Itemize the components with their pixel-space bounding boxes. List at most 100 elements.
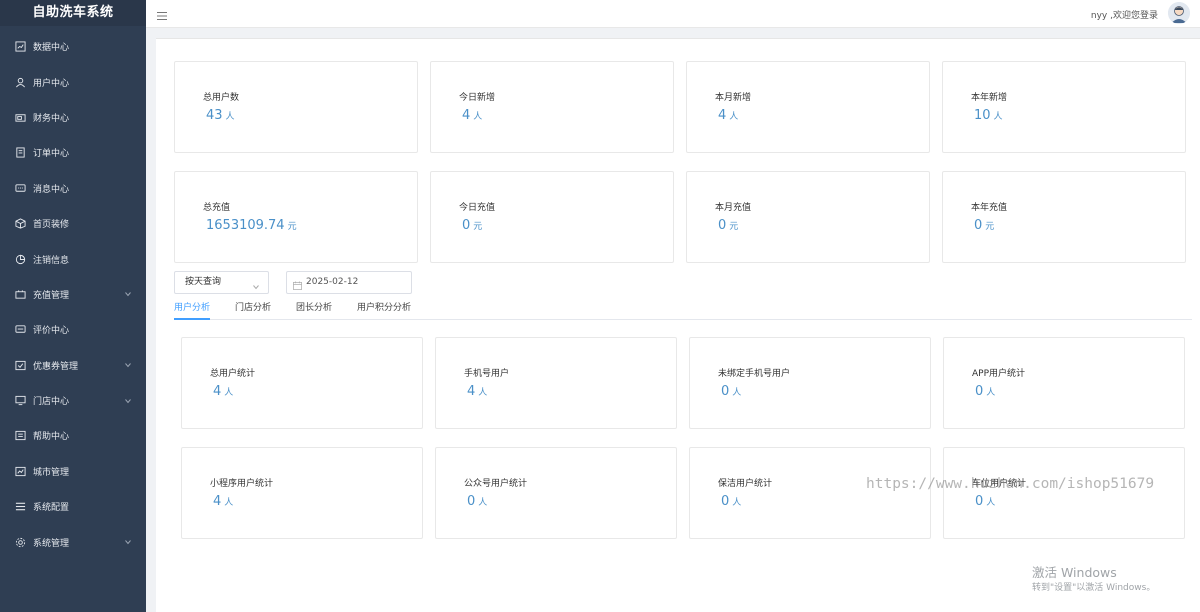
- stat-label: 今日充值: [459, 203, 496, 213]
- sidebar-item-coupons[interactable]: 优惠券管理: [0, 348, 146, 383]
- stat-label: 本月充值: [715, 203, 752, 213]
- top-header: nyy ,欢迎您登录: [146, 0, 1200, 28]
- sidebar-item-orders[interactable]: 订单中心: [0, 135, 146, 170]
- monitor-icon: [14, 395, 26, 407]
- sidebar-item-user-center[interactable]: 用户中心: [0, 64, 146, 99]
- stat-label: 小程序用户统计: [210, 479, 274, 489]
- stat-label: 未绑定手机号用户: [718, 369, 791, 379]
- sidebar-item-label: 城市管理: [33, 467, 70, 478]
- comment-icon: [14, 324, 26, 336]
- stat-value: 0人: [721, 494, 742, 509]
- gear-icon: [14, 536, 26, 548]
- analysis-card-total-users: 总用户统计 4人: [181, 337, 423, 429]
- calendar-icon: [293, 278, 302, 290]
- chevron-down-icon: [124, 361, 132, 369]
- avatar[interactable]: [1168, 2, 1190, 24]
- sidebar-item-label: 用户中心: [33, 78, 70, 89]
- date-picker[interactable]: 2025-02-12: [286, 271, 412, 294]
- tab-store-analysis[interactable]: 门店分析: [235, 301, 271, 320]
- stat-label: 今日新增: [459, 93, 496, 103]
- sidebar-item-cancellation[interactable]: 注销信息: [0, 241, 146, 276]
- sidebar-item-label: 优惠券管理: [33, 361, 79, 372]
- document-icon: [14, 147, 26, 159]
- stat-value: 0元: [718, 218, 739, 233]
- menu-toggle-icon[interactable]: [156, 7, 170, 21]
- sidebar-item-data-center[interactable]: 数据中心: [0, 29, 146, 64]
- analysis-tabs: 用户分析 门店分析 团长分析 用户积分分析: [174, 301, 1192, 320]
- stat-label: 总用户数: [203, 93, 240, 103]
- chevron-down-icon: [124, 290, 132, 298]
- windows-activation-title: 激活 Windows: [1032, 565, 1117, 580]
- analysis-card-cleaning-users: 保洁用户统计 0人: [689, 447, 931, 539]
- stat-value: 0人: [975, 384, 996, 399]
- wallet-icon: [14, 111, 26, 123]
- stat-card-year-recharge: 本年充值 0元: [942, 171, 1186, 263]
- sidebar-item-label: 评价中心: [33, 326, 70, 337]
- tab-user-analysis[interactable]: 用户分析: [174, 301, 211, 320]
- chevron-down-icon: [124, 538, 132, 546]
- box-icon: [14, 218, 26, 230]
- sidebar-item-system-config[interactable]: 系统配置: [0, 489, 146, 524]
- pie-icon: [14, 253, 26, 265]
- sidebar-item-messages[interactable]: 消息中心: [0, 171, 146, 206]
- stat-value: 0人: [975, 494, 996, 509]
- stat-value: 10 人: [974, 108, 1003, 123]
- stat-card-today-new: 今日新增 4人: [430, 61, 674, 153]
- sidebar-item-label: 财务中心: [33, 113, 70, 124]
- chevron-down-icon: [124, 397, 132, 405]
- sidebar-item-home-decor[interactable]: 首页装修: [0, 206, 146, 241]
- stat-value: 4人: [462, 108, 483, 123]
- tab-points-analysis[interactable]: 用户积分分析: [357, 301, 411, 320]
- stat-card-month-new: 本月新增 4人: [686, 61, 930, 153]
- sidebar-item-system-admin[interactable]: 系统管理: [0, 524, 146, 559]
- analysis-card-parking-users: 车位用户统计 0人: [943, 447, 1185, 539]
- sidebar-item-label: 充值管理: [33, 290, 70, 301]
- stat-label: 公众号用户统计: [464, 479, 528, 489]
- stat-card-year-new: 本年新增 10 人: [942, 61, 1186, 153]
- sidebar-item-label: 首页装修: [33, 220, 70, 231]
- stat-card-today-recharge: 今日充值 0元: [430, 171, 674, 263]
- stat-label: 总充值: [203, 203, 231, 213]
- sidebar-item-label: 帮助中心: [33, 432, 70, 443]
- stat-value: 0元: [974, 218, 995, 233]
- stat-value: 43 人: [206, 108, 235, 123]
- app-title: 自助洗车系统: [0, 0, 146, 26]
- list-icon: [14, 501, 26, 513]
- analysis-card-official-account-users: 公众号用户统计 0人: [435, 447, 677, 539]
- query-mode-select[interactable]: 按天查询: [174, 271, 269, 294]
- sidebar: 自助洗车系统 数据中心 用户中心 财务中心 订单中心 消息中心 首页装修 注销信…: [0, 0, 146, 612]
- sidebar-item-finance[interactable]: 财务中心: [0, 100, 146, 135]
- sidebar-item-cities[interactable]: 城市管理: [0, 454, 146, 489]
- sidebar-item-help[interactable]: 帮助中心: [0, 418, 146, 453]
- stat-value: 4人: [467, 384, 488, 399]
- main-content: 总用户数 43 人 今日新增 4人 本月新增 4人 本年新增 10 人 总充值 16…: [156, 38, 1200, 612]
- windows-activation-subtitle: 转到"设置"以激活 Windows。: [1032, 583, 1156, 593]
- city-icon: [14, 465, 26, 477]
- analysis-card-unbound-phone: 未绑定手机号用户 0人: [689, 337, 931, 429]
- sidebar-item-recharge[interactable]: 充值管理: [0, 277, 146, 312]
- analysis-card-app-users: APP用户统计 0人: [943, 337, 1185, 429]
- chart-icon: [14, 41, 26, 53]
- sidebar-item-reviews[interactable]: 评价中心: [0, 312, 146, 347]
- sidebar-item-label: 注销信息: [33, 255, 70, 266]
- help-icon: [14, 430, 26, 442]
- user-greeting: nyy ,欢迎您登录: [1090, 11, 1158, 21]
- sidebar-item-label: 数据中心: [33, 43, 70, 54]
- stat-label: 本年新增: [971, 93, 1008, 103]
- tab-leader-analysis[interactable]: 团长分析: [296, 301, 332, 320]
- sidebar-item-label: 消息中心: [33, 184, 70, 195]
- stat-value: 1653109.74 元: [206, 218, 297, 233]
- date-value: 2025-02-12: [306, 277, 359, 287]
- user-icon: [14, 76, 26, 88]
- url-watermark: https://www.huzhan.com/ishop51679: [866, 476, 1155, 492]
- stat-value: 0元: [462, 218, 483, 233]
- stat-label: 总用户统计: [210, 369, 256, 379]
- message-icon: [14, 182, 26, 194]
- sidebar-item-stores[interactable]: 门店中心: [0, 383, 146, 418]
- stat-label: APP用户统计: [972, 369, 1026, 379]
- sidebar-item-label: 系统管理: [33, 538, 70, 549]
- sidebar-item-label: 门店中心: [33, 397, 70, 408]
- stat-label: 保洁用户统计: [718, 479, 773, 489]
- stat-label: 本年充值: [971, 203, 1008, 213]
- stat-value: 4人: [213, 384, 234, 399]
